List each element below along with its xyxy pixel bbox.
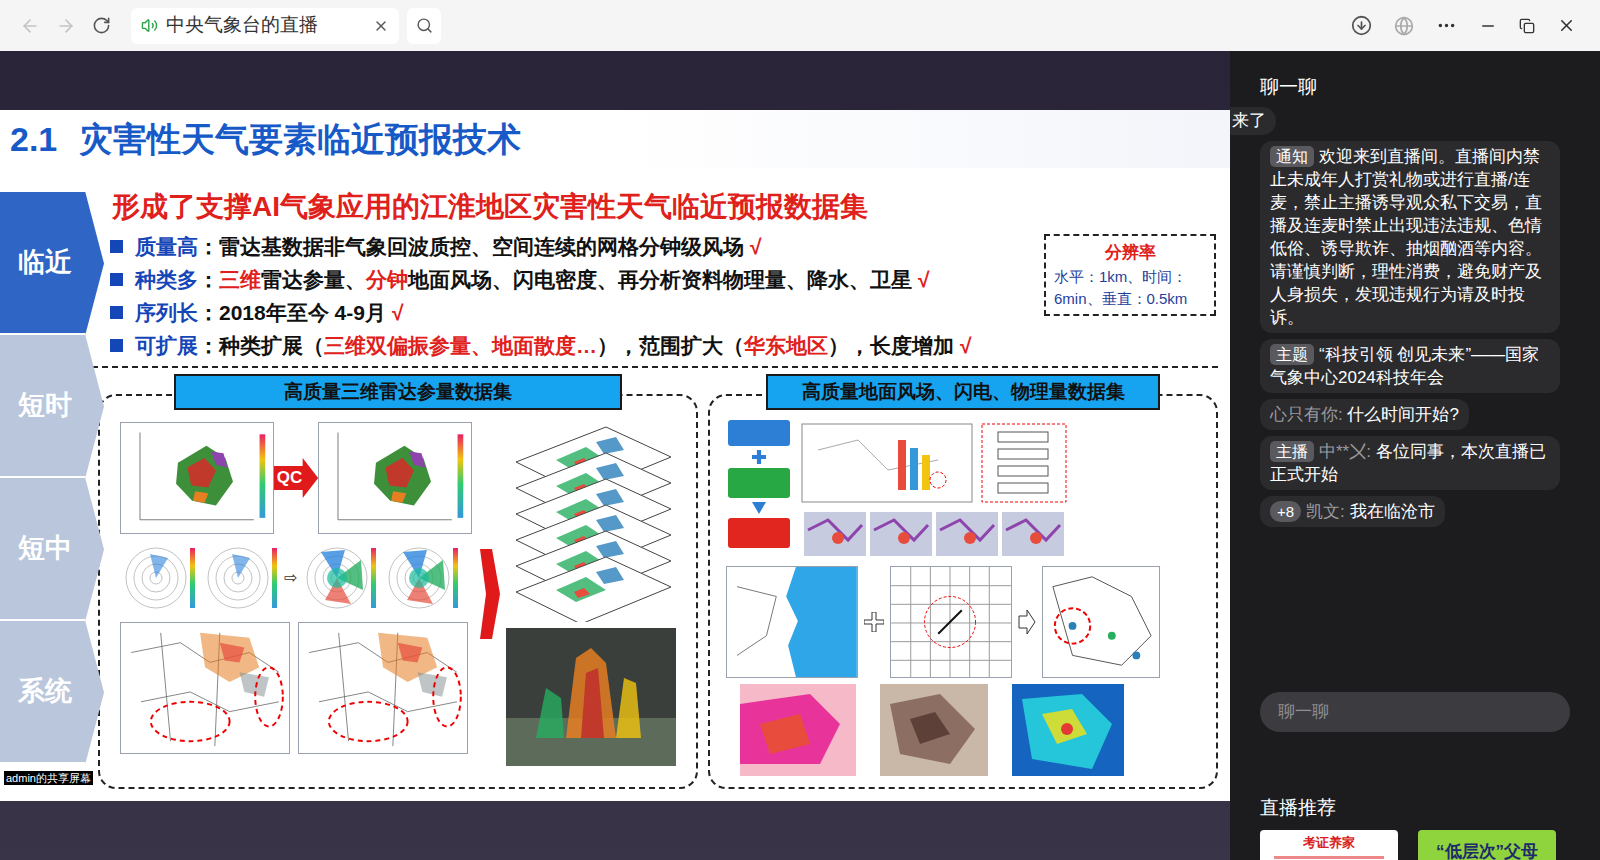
plus-sign-icon — [864, 612, 884, 632]
flowchart-figure — [798, 420, 1070, 560]
right-arrow-icon — [1018, 609, 1036, 635]
message-tag: 主播 — [1270, 441, 1314, 462]
radar-layers-figure — [506, 422, 676, 622]
bullet-item: 可扩展：种类扩展（三维双偏振参量、地面散度…），范围扩大（华东地区），长度增加√ — [110, 329, 1218, 362]
slide-title: 2.1灾害性天气要素临近预报技术 — [0, 110, 1230, 168]
bullet-square — [110, 339, 123, 352]
bullet-item: 质量高：雷达基数据非气象回波质控、空间连续的网格分钟级风场√ — [110, 230, 930, 263]
download-icon[interactable] — [1351, 15, 1372, 36]
message-tag: 通知 — [1270, 146, 1314, 167]
slide-nav-item[interactable]: 系统 — [0, 621, 104, 764]
screen-share-label: admin的共享屏幕 — [4, 771, 93, 785]
storm-3d-figure — [506, 628, 676, 766]
flow-box-red — [728, 518, 790, 548]
slide-nav: 临近短时短中系统 — [0, 168, 104, 801]
heatmap-blue-figure — [1012, 684, 1124, 776]
recommend-card[interactable]: 考证养家 — [1260, 830, 1398, 860]
radar-figure — [383, 540, 461, 616]
more-icon[interactable] — [1436, 15, 1457, 36]
dataset-panel: 高质量三维雷达参量数据集 QC ⇨ — [98, 374, 698, 789]
scatter-plot-figure — [318, 422, 472, 534]
slide-nav-item[interactable]: 临近 — [0, 192, 104, 335]
chat-message: 主播中**〤: 各位同事，本次直播已正式开始 — [1260, 436, 1560, 490]
close-tab-icon[interactable] — [373, 18, 389, 34]
chat-message: 心只有你: 什么时间开始? — [1260, 399, 1469, 430]
forward-icon[interactable] — [56, 16, 76, 36]
card-subtitle-line — [1274, 856, 1384, 859]
slide-nav-item[interactable]: 短时 — [0, 335, 104, 478]
resolution-box: 分辨率水平：1km、时间：6min、垂直：0.5km — [1044, 234, 1216, 316]
chat-message: 通知欢迎来到直播间。直播间内禁止未成年人打赏礼物或进行直播/连麦，禁止主播诱导观… — [1260, 141, 1560, 333]
heatmap-brown-figure — [880, 684, 988, 776]
echo-map-figure — [298, 622, 468, 754]
bullet-item: 序列长：2018年至今 4-9月√ — [110, 296, 930, 329]
presentation-slide: 2.1灾害性天气要素临近预报技术临近短时短中系统形成了支撑AI气象应用的江淮地区… — [0, 110, 1230, 801]
heatmap-red-figure — [740, 684, 856, 776]
surface-figures — [710, 418, 1216, 776]
radar-figure — [202, 540, 280, 616]
panel-header: 高质量三维雷达参量数据集 — [174, 374, 622, 410]
station-map-figure — [1042, 566, 1160, 678]
cut-message: 来了 — [1230, 107, 1276, 135]
bullet-item: 种类多：三维雷达参量、分钟地面风场、闪电密度、再分析资料物理量、降水、卫星√ — [110, 263, 930, 296]
dashed-separator — [92, 366, 1218, 368]
viewer-badge: +8 — [1270, 501, 1301, 522]
grid-figure — [890, 566, 1012, 678]
translate-icon[interactable] — [1394, 16, 1414, 36]
big-arrow-icon — [478, 549, 500, 639]
radar-figure — [120, 540, 198, 616]
slide-nav-item[interactable]: 短中 — [0, 478, 104, 621]
bullet-square — [110, 306, 123, 319]
restore-icon[interactable] — [1519, 18, 1535, 34]
small-arrow-icon: ⇨ — [284, 566, 297, 590]
radar-figure — [301, 540, 379, 616]
coast-map-figure — [726, 566, 858, 678]
plus-icon — [752, 450, 766, 464]
down-arrow-icon — [752, 502, 766, 514]
echo-map-figure — [120, 622, 290, 754]
search-button[interactable] — [407, 8, 441, 44]
radar-figures: QC ⇨ — [100, 418, 696, 766]
minimize-icon[interactable] — [1479, 17, 1497, 35]
reload-icon[interactable] — [92, 16, 111, 35]
chat-message: +8凯文: 我在临沧市 — [1260, 496, 1445, 527]
chat-message: 主题“科技引领 创见未来”——国家气象中心2024科技年会 — [1260, 339, 1560, 393]
bullet-square — [110, 240, 123, 253]
dataset-panel: 高质量地面风场、闪电、物理量数据集 — [708, 374, 1218, 789]
panel-header: 高质量地面风场、闪电、物理量数据集 — [766, 374, 1160, 410]
video-area: 2.1灾害性天气要素临近预报技术临近短时短中系统形成了支撑AI气象应用的江淮地区… — [0, 51, 1230, 860]
bullet-square — [110, 273, 123, 286]
speaker-icon — [141, 17, 158, 34]
browser-tab[interactable]: 中央气象台的直播 — [131, 8, 399, 44]
recommend-card[interactable]: “低层次”父母 — [1418, 830, 1556, 860]
message-tag: 主题 — [1270, 344, 1314, 365]
chat-header: 聊一聊 — [1230, 51, 1600, 101]
qc-arrow: QC — [274, 458, 318, 498]
search-icon — [416, 17, 433, 34]
browser-toolbar: 中央气象台的直播 — [0, 0, 1600, 51]
flow-box-blue — [728, 420, 790, 446]
app-window: 中央气象台的直播2.1灾害性天气要素临近预报技术临近短时短中系统形成了支撑AI气… — [0, 0, 1600, 860]
chat-messages: 通知欢迎来到直播间。直播间内禁止未成年人打赏礼物或进行直播/连麦，禁止主播诱导观… — [1230, 141, 1600, 527]
back-icon[interactable] — [20, 16, 40, 36]
chat-panel: 聊一聊来了通知欢迎来到直播间。直播间内禁止未成年人打赏礼物或进行直播/连麦，禁止… — [1230, 51, 1600, 860]
flow-box-green — [728, 468, 790, 498]
recommend-title: 直播推荐 — [1230, 794, 1600, 822]
slide-heading: 形成了支撑AI气象应用的江淮地区灾害性天气临近预报数据集 — [110, 186, 1218, 228]
close-window-icon[interactable] — [1557, 16, 1576, 35]
chat-input[interactable]: 聊一聊 — [1260, 692, 1570, 732]
scatter-plot-figure — [120, 422, 274, 534]
